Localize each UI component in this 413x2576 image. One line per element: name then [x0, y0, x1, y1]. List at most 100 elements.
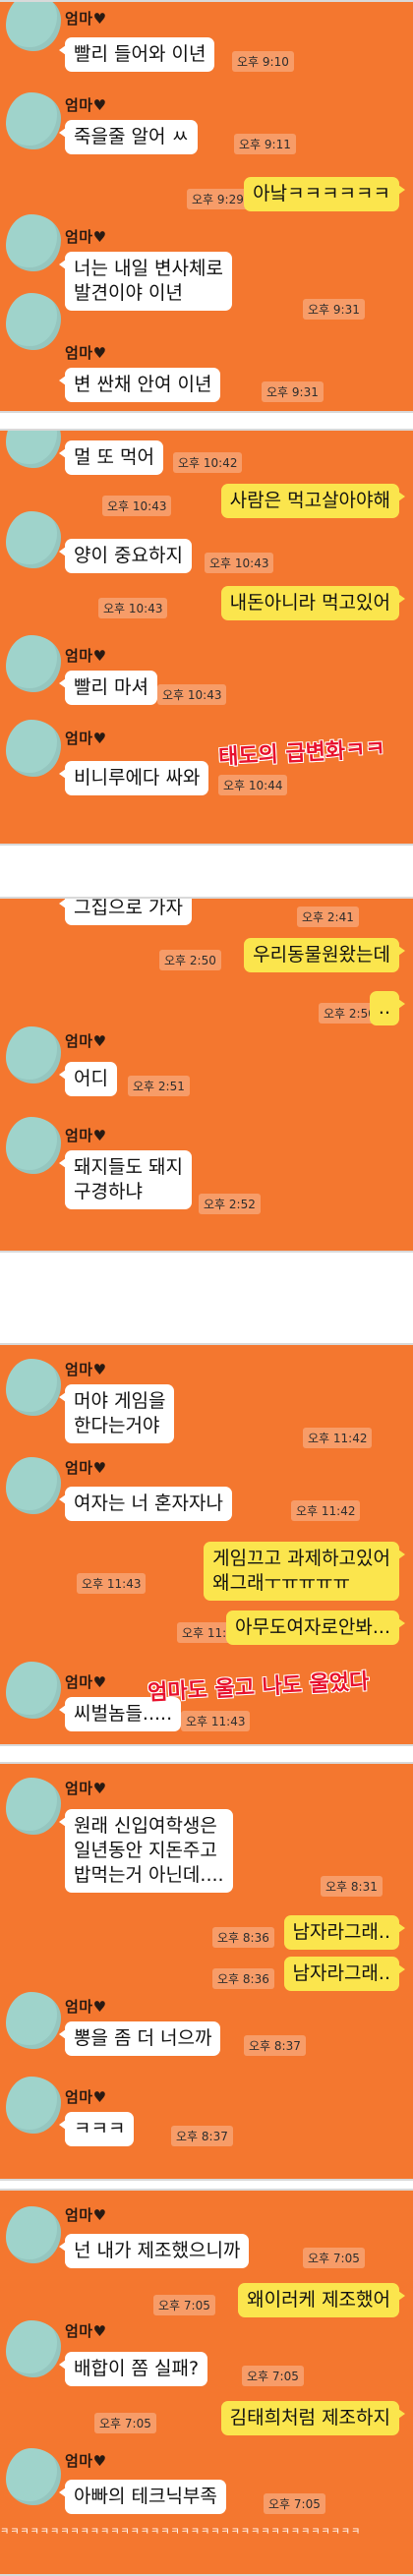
- contact-name: 엄마♥: [65, 344, 107, 362]
- message-bubble[interactable]: 양이 중요하지: [59, 539, 192, 573]
- chat-panel-1: 엄마♥ 빨리 들어와 이년 오후 9:10 엄마♥ 죽을줄 알어 ㅆ 오후 9:…: [0, 0, 413, 413]
- avatar[interactable]: [6, 431, 61, 468]
- message-time: 오후 7:05: [153, 2295, 215, 2315]
- message-line: 일년동안 지돈주고: [74, 1840, 217, 1861]
- message-bubble[interactable]: 사람은 먹고살아야해: [220, 484, 406, 518]
- message-bubble[interactable]: 뽕을 좀 더 너으까: [58, 2021, 221, 2056]
- message-bubble[interactable]: 아낰ㅋㅋㅋㅋㅋㅋ: [244, 177, 405, 211]
- message-time: 오후 11:43: [77, 1573, 147, 1594]
- message-line: 머야 게임을: [74, 1390, 166, 1412]
- contact-name: 엄마♥: [65, 228, 107, 246]
- contact-name: 엄마♥: [65, 1673, 107, 1691]
- message-time: 오후 11:42: [291, 1500, 361, 1521]
- meme-caption: 태도의 급변화ㅋㅋ: [217, 735, 386, 771]
- message-bubble[interactable]: 남자라그래..: [283, 1915, 406, 1950]
- message-line: 게임끄고 과제하고있어: [212, 1548, 390, 1569]
- message-line: 밥먹는거 아닌데....: [74, 1864, 224, 1886]
- message-bubble[interactable]: 너는 내일 변사체로 발견이야 이년: [59, 252, 232, 311]
- message-bubble[interactable]: 김태희처럼 제조하지: [220, 2401, 406, 2435]
- laugh-strip: ㅋㅋㅋㅋㅋㅋㅋㅋㅋㅋㅋㅋㅋㅋㅋㅋㅋㅋㅋㅋㅋㅋㅋㅋㅋㅋㅋㅋㅋㅋㅋㅋㅋㅋㅋㅋ: [0, 2525, 413, 2541]
- message-bubble[interactable]: 빨리 마셔: [59, 671, 157, 705]
- message-line: 한다는거야: [74, 1415, 160, 1436]
- message-bubble[interactable]: 남자라그래..: [283, 1957, 406, 1991]
- avatar[interactable]: [6, 2206, 61, 2263]
- message-bubble[interactable]: 머야 게임을 한다는거야: [58, 1384, 175, 1443]
- message-bubble[interactable]: 멀 또 먹어: [59, 440, 163, 475]
- avatar[interactable]: [6, 214, 61, 271]
- avatar[interactable]: [6, 1359, 61, 1416]
- avatar[interactable]: [6, 2, 61, 51]
- message-line: 원래 신입여학생은: [74, 1815, 217, 1837]
- message-time: 오후 9:29: [187, 189, 249, 209]
- message-bubble[interactable]: ㅋㅋㅋ: [58, 2112, 135, 2146]
- avatar[interactable]: [6, 92, 61, 149]
- avatar[interactable]: [6, 1662, 61, 1719]
- message-time: 오후 8:36: [212, 1927, 274, 1948]
- chat-panel-6: 엄마♥ 넌 내가 제조했으니까 오후 7:05 오후 7:05 왜이러케 제조했…: [0, 2189, 413, 2576]
- message-time: 오후 7:05: [303, 2248, 365, 2268]
- contact-name: 엄마♥: [65, 10, 107, 28]
- message-time: 오후 9:11: [234, 134, 296, 154]
- chat-panel-2: 멀 또 먹어 오후 10:42 오후 10:43 사람은 먹고살아야해 양이 중…: [0, 429, 413, 846]
- contact-name: 엄마♥: [65, 730, 107, 747]
- avatar[interactable]: [6, 2320, 61, 2377]
- message-time: 오후 7:05: [242, 2366, 304, 2386]
- message-time: 오후 8:36: [212, 1968, 274, 1989]
- chat-panel-4: 엄마♥ 머야 게임을 한다는거야 오후 11:42 엄마♥ 여자는 너 혼자자나…: [0, 1343, 413, 1746]
- avatar[interactable]: [6, 1457, 61, 1514]
- message-bubble[interactable]: 아빠의 테크닉부족: [59, 2480, 226, 2514]
- message-bubble[interactable]: 죽을줄 알어 ㅆ: [59, 120, 198, 154]
- message-line: 구경하냐: [74, 1181, 143, 1202]
- message-time: 오후 9:31: [262, 381, 324, 402]
- contact-name: 엄마♥: [65, 2452, 107, 2470]
- message-time: 오후 11:42: [303, 1428, 373, 1448]
- avatar[interactable]: [6, 2077, 61, 2134]
- message-bubble[interactable]: 여자는 너 혼자자나: [59, 1487, 232, 1521]
- message-bubble[interactable]: 원래 신입여학생은 일년동안 지돈주고 밥먹는거 아닌데....: [59, 1809, 233, 1893]
- message-bubble[interactable]: 내돈아니라 먹고있어: [220, 586, 406, 620]
- contact-name: 엄마♥: [65, 1780, 107, 1797]
- avatar[interactable]: [6, 635, 61, 692]
- chat-panel-5: 엄마♥ 원래 신입여학생은 일년동안 지돈주고 밥먹는거 아닌데.... 오후 …: [0, 1762, 413, 2181]
- message-bubble[interactable]: 빨리 들어와 이년: [58, 37, 215, 72]
- message-time: 오후 2:51: [128, 1076, 190, 1096]
- message-time: 오후 8:37: [171, 2126, 233, 2146]
- message-bubble[interactable]: 변 싼채 안여 이년: [58, 368, 221, 402]
- avatar[interactable]: [6, 720, 61, 777]
- message-bubble[interactable]: ..: [369, 991, 406, 1025]
- message-bubble[interactable]: 배합이 쫌 실패?: [58, 2352, 208, 2386]
- avatar[interactable]: [6, 293, 61, 350]
- message-bubble[interactable]: 어디: [59, 1062, 117, 1096]
- message-bubble[interactable]: 게임끄고 과제하고있어 왜그래ㅜㅠㅠㅠㅠ: [204, 1542, 405, 1601]
- message-time: 오후 10:43: [98, 598, 168, 618]
- message-time: 오후 2:41: [297, 907, 359, 927]
- contact-name: 엄마♥: [65, 1032, 107, 1050]
- avatar[interactable]: [6, 1992, 61, 2049]
- message-line: 돼지들도 돼지: [74, 1156, 183, 1178]
- message-bubble[interactable]: 그집으로 가자: [59, 899, 192, 925]
- contact-name: 엄마♥: [65, 1361, 107, 1378]
- message-time: 오후 9:10: [232, 51, 294, 72]
- meme-caption: 엄마도 울고 나도 울었다: [147, 1669, 371, 1706]
- avatar[interactable]: [6, 511, 61, 568]
- message-bubble[interactable]: 넌 내가 제조했으니까: [58, 2234, 250, 2268]
- message-bubble[interactable]: 왜이러케 제조했어: [238, 2283, 405, 2317]
- avatar[interactable]: [6, 1117, 61, 1174]
- message-time: 오후 7:05: [94, 2413, 156, 2433]
- message-time: 오후 8:37: [244, 2035, 306, 2056]
- message-time: 오후 10:43: [102, 496, 172, 516]
- message-time: 오후 2:50: [159, 950, 221, 970]
- contact-name: 엄마♥: [65, 96, 107, 114]
- message-time: 오후 11:43: [181, 1711, 251, 1731]
- message-line: 너는 내일 변사체로: [74, 258, 223, 279]
- message-bubble[interactable]: 아무도여자로안봐...: [226, 1610, 405, 1645]
- contact-name: 엄마♥: [65, 1998, 107, 2016]
- avatar[interactable]: [6, 1026, 61, 1083]
- avatar[interactable]: [6, 1778, 61, 1835]
- message-bubble[interactable]: 비니루에다 싸와: [58, 761, 209, 795]
- message-bubble[interactable]: 우리동물원왔는데: [244, 938, 405, 972]
- contact-name: 엄마♥: [65, 647, 107, 665]
- message-bubble[interactable]: 돼지들도 돼지 구경하냐: [59, 1150, 192, 1209]
- avatar[interactable]: [6, 2448, 61, 2505]
- message-time: 오후 2:52: [199, 1194, 261, 1214]
